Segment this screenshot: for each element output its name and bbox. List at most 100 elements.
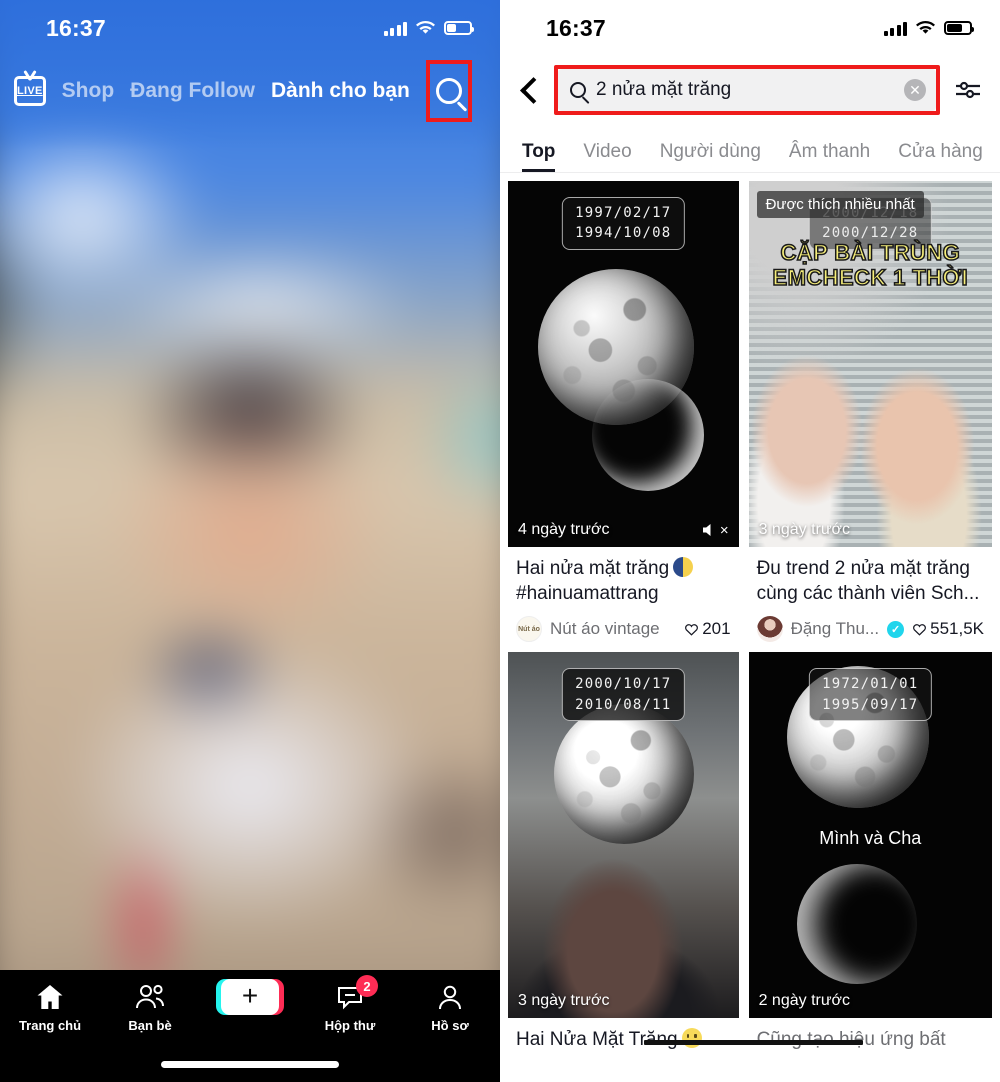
search-header: 2 nửa mặt trăng ✕ xyxy=(500,56,1000,124)
heart-icon xyxy=(685,624,699,636)
home-indicator xyxy=(161,1061,339,1068)
blurred-feed-video[interactable] xyxy=(0,0,500,1082)
video-time-ago: 2 ngày trước xyxy=(758,992,851,1010)
tab-profile-label: Hồ sơ xyxy=(431,1018,469,1033)
video-time-ago: 4 ngày trước xyxy=(518,521,610,538)
video-thumbnail[interactable]: 2000/12/18 2000/12/28 Được thích nhiều n… xyxy=(748,181,992,547)
home-icon xyxy=(36,982,64,1012)
video-thumbnail[interactable]: 1997/02/17 1994/10/08 4 ngày trước × xyxy=(508,181,739,547)
status-bar-left: 16:37 xyxy=(0,0,500,56)
clear-search-button[interactable]: ✕ xyxy=(904,79,926,101)
redaction-strike xyxy=(644,1040,762,1046)
status-icons xyxy=(883,21,974,36)
tab-shop[interactable]: Cửa hàng xyxy=(898,141,983,172)
card-text-area: Hai Nửa Mặt Trăng xyxy=(508,1018,762,1053)
most-liked-badge: Được thích nhiều nhất xyxy=(756,191,924,218)
tab-home-label: Trang chủ xyxy=(18,1018,82,1033)
date-overlay-chip: 1997/02/17 1994/10/08 xyxy=(562,197,685,250)
left-phone-screen: 16:37 LIVE Shop Đang Follow Dành cho bạn xyxy=(0,0,500,1082)
like-count-group: 551,5K xyxy=(912,619,984,639)
battery-icon xyxy=(444,21,474,35)
video-caption: Hai nửa mặt trăng #hainuamattrang xyxy=(516,557,731,606)
video-caption-line1: Hai nửa mặt trăng xyxy=(516,558,670,579)
author-row: Đặng Thu... ✓ 551,5K xyxy=(756,616,984,643)
filter-sliders-icon[interactable] xyxy=(950,72,986,108)
tab-inbox[interactable]: 2 Hộp thư xyxy=(300,975,400,1033)
video-thumbnail[interactable]: Mình và Cha 1972/01/01 1995/09/17 2 ngày… xyxy=(748,652,992,1019)
video-thumbnail[interactable]: 2000/10/17 2010/08/11 3 ngày trước xyxy=(508,652,739,1019)
like-count-group: 201 xyxy=(684,619,731,639)
date-overlay-chip: 2000/10/17 2010/08/11 xyxy=(562,668,685,721)
friends-icon xyxy=(135,982,165,1012)
tab-users[interactable]: Người dùng xyxy=(660,141,761,172)
video-caption: Đu trend 2 nửa mặt trăng cùng các thành … xyxy=(756,558,980,604)
search-icon xyxy=(435,78,462,104)
video-caption-line2: #hainuamattrang xyxy=(516,582,659,604)
cellular-bars-icon xyxy=(883,21,907,36)
tab-home[interactable]: Trang chủ xyxy=(0,982,100,1033)
redaction-strike xyxy=(752,1040,863,1046)
verified-badge-icon: ✓ xyxy=(887,620,905,638)
date-overlay-chip: 1972/01/01 1995/09/17 xyxy=(809,668,932,721)
nav-item-shop[interactable]: Shop xyxy=(62,79,115,103)
wifi-icon xyxy=(416,21,435,34)
battery-icon xyxy=(944,21,974,35)
inbox-icon: 2 xyxy=(336,975,378,1012)
status-time: 16:37 xyxy=(546,14,606,41)
search-input-value: 2 nửa mặt trăng xyxy=(596,79,732,100)
live-label: LIVE xyxy=(17,85,43,97)
tab-sounds[interactable]: Âm thanh xyxy=(789,141,870,172)
status-icons xyxy=(383,21,474,36)
inbox-badge: 2 xyxy=(356,975,378,997)
video-overlay-text: CẶP BÀI TRÙNG EMCHECK 1 THỜI xyxy=(772,239,969,290)
avatar[interactable]: Nút áo xyxy=(516,616,542,643)
result-card[interactable]: 2000/10/17 2010/08/11 3 ngày trước Hai N… xyxy=(508,652,762,1053)
avatar[interactable] xyxy=(756,616,783,643)
result-card[interactable]: 1997/02/17 1994/10/08 4 ngày trước × Hai… xyxy=(508,181,739,643)
back-chevron-icon[interactable] xyxy=(514,73,548,107)
author-row: Nút áo Nút áo vintage 201 xyxy=(516,616,731,643)
tab-create[interactable]: + xyxy=(200,979,300,1018)
nav-item-for-you[interactable]: Dành cho bạn xyxy=(271,79,410,103)
heart-icon xyxy=(913,624,927,636)
video-caption: Cũng tạo hiệu ứng bất xyxy=(752,1028,984,1053)
card-text-area: Hai nửa mặt trăng #hainuamattrang Nút áo… xyxy=(508,547,739,643)
nav-item-following[interactable]: Đang Follow xyxy=(130,79,255,103)
neutral-face-emoji xyxy=(681,1028,702,1049)
speaker-muted-icon[interactable]: × xyxy=(701,521,729,539)
tab-friends[interactable]: Bạn bè xyxy=(100,982,200,1033)
search-input-highlight: 2 nửa mặt trăng ✕ xyxy=(554,65,940,115)
search-button-highlight[interactable] xyxy=(425,60,472,122)
status-time: 16:37 xyxy=(46,14,106,41)
create-plus-icon: + xyxy=(216,979,284,1015)
author-name[interactable]: Đặng Thu... xyxy=(791,619,880,639)
author-name[interactable]: Nút áo vintage xyxy=(550,619,660,639)
like-count: 551,5K xyxy=(930,619,984,639)
live-icon[interactable]: LIVE xyxy=(14,76,46,106)
card-text-area: Đu trend 2 nửa mặt trăng cùng các thành … xyxy=(749,547,992,643)
crescent-graphic xyxy=(797,864,917,984)
tab-profile[interactable]: Hồ sơ xyxy=(400,982,500,1033)
search-input[interactable]: 2 nửa mặt trăng ✕ xyxy=(558,69,936,111)
tab-top[interactable]: Top xyxy=(522,141,556,172)
like-count: 201 xyxy=(702,619,731,639)
moon-graphic xyxy=(554,704,694,845)
status-bar-right: 16:37 xyxy=(500,0,1000,56)
tab-friends-label: Bạn bè xyxy=(128,1018,172,1033)
card-text-area: Cũng tạo hiệu ứng bất xyxy=(749,1018,992,1053)
result-tabs: Top Video Người dùng Âm thanh Cửa hàng xyxy=(500,124,1000,172)
crescent-graphic xyxy=(592,379,704,491)
video-time-ago: 3 ngày trước xyxy=(758,521,851,538)
dual-phone-screenshot: 16:37 LIVE Shop Đang Follow Dành cho bạn xyxy=(0,0,1000,1082)
tab-video[interactable]: Video xyxy=(583,141,631,172)
right-phone-screen: 16:37 2 nửa mặt trăng ✕ Top Video Người … xyxy=(500,0,1000,1082)
result-card[interactable]: Mình và Cha 1972/01/01 1995/09/17 2 ngày… xyxy=(748,652,992,1053)
video-time-ago: 3 ngày trước xyxy=(518,992,610,1010)
wifi-icon xyxy=(916,21,935,34)
result-card[interactable]: 2000/12/18 2000/12/28 Được thích nhiều n… xyxy=(748,181,992,643)
video-caption: Hai Nửa Mặt Trăng xyxy=(516,1028,762,1053)
top-nav-left: LIVE Shop Đang Follow Dành cho bạn xyxy=(0,58,500,124)
results-grid: 1997/02/17 1994/10/08 4 ngày trước × Hai… xyxy=(500,173,1000,1053)
video-overlay-text: Mình và Cha xyxy=(819,828,922,849)
cellular-bars-icon xyxy=(383,21,407,36)
